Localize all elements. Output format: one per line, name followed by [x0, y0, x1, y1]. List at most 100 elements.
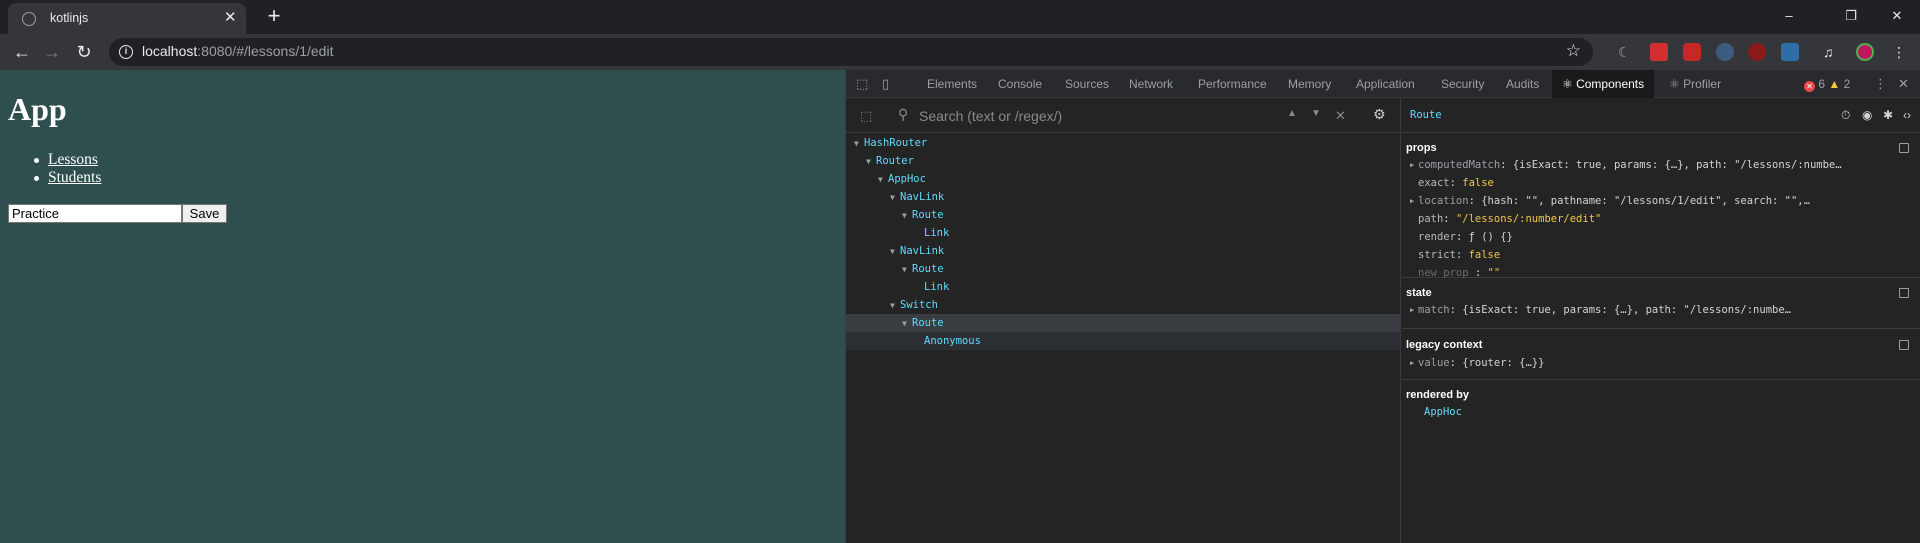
extension-moon-icon[interactable]: ☾ [1618, 43, 1636, 61]
prop-location[interactable]: ▶ location: {hash: "", pathname: "/lesson… [1410, 192, 1810, 210]
tree-node[interactable]: ▼ Route [846, 314, 1400, 332]
tree-node[interactable]: Link [846, 278, 1400, 296]
eye-icon[interactable]: ◉ [1862, 108, 1872, 122]
close-window-button[interactable]: ✕ [1874, 4, 1920, 28]
select-element-icon[interactable]: ⬚ [860, 108, 872, 124]
expand-arrow-icon[interactable]: ▶ [1410, 156, 1414, 174]
inspect-element-icon[interactable]: ⬚ [856, 77, 870, 91]
devtools-tabbar: ⬚ ▯ Elements Console Sources Network Per… [846, 70, 1920, 98]
tree-node[interactable]: ▼ HashRouter [846, 134, 1400, 152]
collapse-arrow-icon[interactable]: ▼ [878, 171, 888, 189]
tree-node[interactable]: ▼ Route [846, 206, 1400, 224]
tree-node-label: NavLink [900, 245, 945, 257]
tab-security[interactable]: Security [1441, 70, 1484, 98]
tab-elements[interactable]: Elements [927, 70, 977, 98]
tree-node[interactable]: ▼ Route [846, 260, 1400, 278]
prop-render[interactable]: render: ƒ () {} [1418, 228, 1513, 246]
tree-node-label: NavLink [900, 191, 945, 203]
forward-arrow-icon[interactable]: → [40, 40, 64, 64]
extension-red-icon[interactable] [1650, 43, 1668, 61]
copy-icon[interactable] [1899, 288, 1909, 298]
collapse-arrow-icon[interactable]: ▼ [890, 297, 900, 315]
tab-strip: kotlinjs ✕ + – ❐ ✕ [0, 0, 1920, 34]
tree-node-label: Link [924, 227, 950, 239]
expand-arrow-icon[interactable]: ▶ [1410, 301, 1414, 319]
browser-toolbar: ← → ↻ i localhost:8080/#/lessons/1/edit … [0, 34, 1920, 70]
minimize-button[interactable]: – [1766, 4, 1812, 28]
tab-console[interactable]: Console [998, 70, 1042, 98]
bookmark-star-icon[interactable]: ☆ [1566, 41, 1581, 61]
restore-button[interactable]: ❐ [1828, 4, 1874, 28]
tab-performance[interactable]: Performance [1198, 70, 1267, 98]
collapse-arrow-icon[interactable]: ▼ [890, 189, 900, 207]
students-link[interactable]: Students [48, 169, 101, 186]
expand-arrow-icon[interactable]: ▶ [1410, 354, 1414, 372]
lesson-name-input[interactable] [8, 204, 182, 223]
media-icon[interactable]: ♫ [1823, 43, 1841, 61]
collapse-arrow-icon[interactable]: ▼ [902, 261, 912, 279]
issue-counter[interactable]: ✕ 6 ▲ 2 [1804, 77, 1850, 92]
state-match[interactable]: ▶ match: {isExact: true, params: {…}, pat… [1410, 301, 1791, 319]
tab-sources[interactable]: Sources [1065, 70, 1109, 98]
profile-avatar-icon[interactable] [1856, 43, 1874, 61]
prop-computedMatch[interactable]: ▶ computedMatch: {isExact: true, params: … [1410, 156, 1842, 174]
tree-node[interactable]: Anonymous [846, 332, 1400, 350]
tree-node[interactable]: ▼ Switch [846, 296, 1400, 314]
tree-node[interactable]: Link [846, 224, 1400, 242]
extension-ublock-icon[interactable] [1748, 43, 1766, 61]
tree-node-label: Route [912, 317, 944, 329]
settings-kebab-icon[interactable]: ⋮ [1874, 77, 1888, 91]
copy-icon[interactable] [1899, 340, 1909, 350]
tab-audits[interactable]: Audits [1506, 70, 1539, 98]
collapse-arrow-icon[interactable]: ▼ [854, 135, 864, 153]
collapse-arrow-icon[interactable]: ▼ [902, 315, 912, 333]
view-source-icon[interactable]: ‹› [1903, 108, 1911, 122]
tree-node[interactable]: ▼ Router [846, 152, 1400, 170]
tree-search-input[interactable]: Search (text or /regex/) [919, 108, 1062, 124]
tree-node[interactable]: ▼ NavLink [846, 242, 1400, 260]
tab-memory[interactable]: Memory [1288, 70, 1331, 98]
reload-icon[interactable]: ↻ [72, 40, 96, 64]
search-next-icon[interactable]: ▼ [1311, 108, 1321, 119]
expand-arrow-icon[interactable]: ▶ [1410, 192, 1414, 210]
rendered-by-owner[interactable]: AppHoc [1424, 403, 1462, 421]
tab-profiler[interactable]: ⚛ Profiler [1669, 70, 1721, 98]
tree-node-label: Link [924, 281, 950, 293]
address-bar[interactable]: i localhost:8080/#/lessons/1/edit ☆ [109, 38, 1593, 66]
lessons-link[interactable]: Lessons [48, 151, 98, 168]
extension-puzzle-icon[interactable] [1683, 43, 1701, 61]
tab-components[interactable]: ⚛ Components [1552, 70, 1655, 98]
back-arrow-icon[interactable]: ← [10, 40, 34, 64]
bug-icon[interactable]: ✱ [1883, 108, 1893, 122]
tab-application[interactable]: Application [1356, 70, 1415, 98]
browser-tab[interactable]: kotlinjs ✕ [8, 3, 246, 34]
new-tab-button[interactable]: + [262, 5, 286, 29]
copy-icon[interactable] [1899, 143, 1909, 153]
warning-count: 2 [1843, 77, 1851, 91]
save-button[interactable]: Save [182, 204, 227, 223]
collapse-arrow-icon[interactable]: ▼ [866, 153, 876, 171]
close-devtools-icon[interactable]: ✕ [1898, 77, 1912, 91]
extension-eye-icon[interactable] [1716, 43, 1734, 61]
search-prev-icon[interactable]: ▲ [1287, 108, 1297, 119]
warning-icon: ▲ [1828, 77, 1841, 91]
search-clear-icon[interactable]: ✕ [1335, 108, 1346, 124]
stopwatch-icon[interactable]: ⏱ [1841, 108, 1850, 123]
gear-icon[interactable]: ⚙ [1373, 106, 1386, 123]
device-toolbar-icon[interactable]: ▯ [882, 77, 896, 91]
tree-node[interactable]: ▼ NavLink [846, 188, 1400, 206]
close-tab-icon[interactable]: ✕ [224, 9, 237, 27]
info-icon[interactable]: i [119, 45, 133, 59]
prop-exact[interactable]: exact: false [1418, 174, 1494, 192]
menu-kebab-icon[interactable]: ⋮ [1890, 43, 1908, 61]
extension-off-icon[interactable] [1781, 43, 1799, 61]
tree-node-label: Anonymous [924, 335, 981, 347]
tree-node[interactable]: ▼ AppHoc [846, 170, 1400, 188]
prop-path[interactable]: path: "/lessons/:number/edit" [1418, 210, 1601, 228]
collapse-arrow-icon[interactable]: ▼ [890, 243, 900, 261]
prop-strict[interactable]: strict: false [1418, 246, 1500, 264]
tree-node-label: Route [912, 263, 944, 275]
tab-network[interactable]: Network [1129, 70, 1173, 98]
collapse-arrow-icon[interactable]: ▼ [902, 207, 912, 225]
legacy-value[interactable]: ▶ value: {router: {…}} [1410, 354, 1544, 372]
